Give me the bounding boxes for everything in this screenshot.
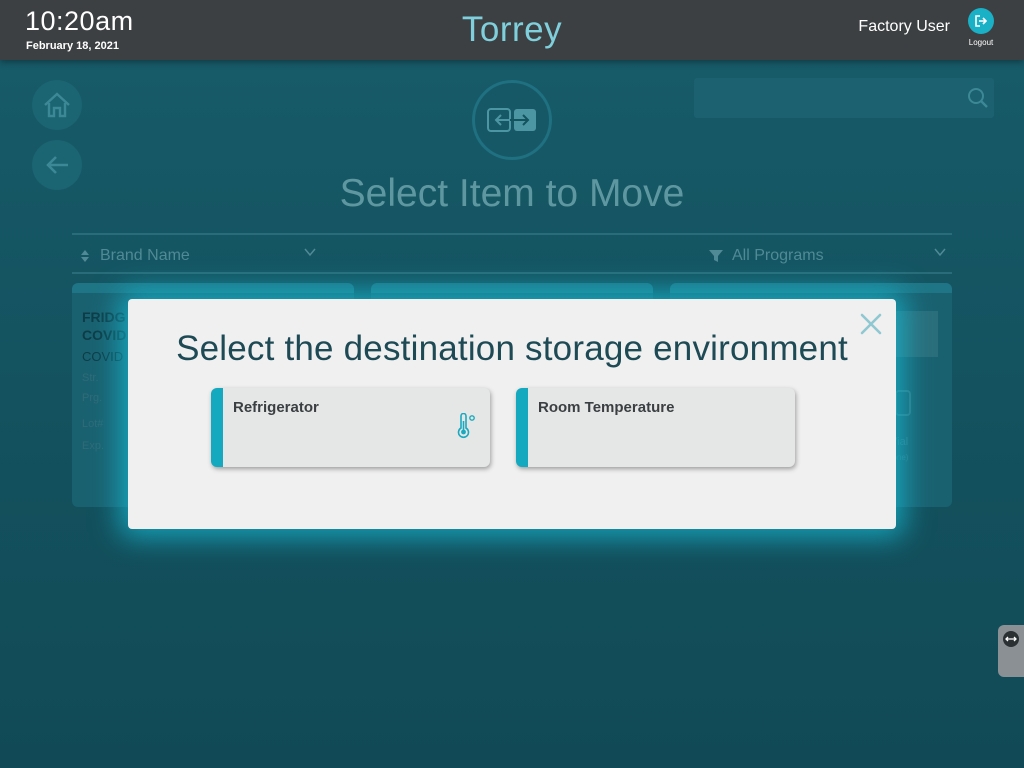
chevron-down-icon[interactable] bbox=[934, 247, 946, 257]
room-temperature-label: Room Temperature bbox=[538, 399, 675, 416]
chevron-down-icon[interactable] bbox=[304, 247, 316, 257]
thermometer-icon bbox=[457, 413, 475, 439]
search-icon[interactable] bbox=[966, 86, 990, 110]
search-input[interactable] bbox=[694, 78, 994, 118]
filter-icon bbox=[709, 250, 723, 262]
modal-title: Select the destination storage environme… bbox=[176, 329, 848, 368]
refrigerator-label: Refrigerator bbox=[233, 399, 319, 416]
sort-dropdown[interactable]: Brand Name bbox=[80, 247, 190, 265]
home-button[interactable] bbox=[32, 80, 82, 130]
home-icon bbox=[44, 92, 70, 118]
room-temperature-option[interactable]: Room Temperature bbox=[516, 388, 795, 467]
move-item-icon bbox=[472, 80, 552, 160]
card-title: FRIDG bbox=[82, 309, 126, 325]
card-subtitle: COVID bbox=[82, 327, 127, 343]
card-strength-label: Str. bbox=[82, 372, 99, 384]
vial-icon bbox=[895, 390, 911, 416]
card-lot-label: Lot# bbox=[82, 418, 104, 430]
card-program-label: Prg. bbox=[82, 392, 103, 404]
logout-icon bbox=[968, 8, 994, 34]
sort-label: Brand Name bbox=[100, 247, 190, 264]
page-title: Select Item to Move bbox=[339, 172, 685, 215]
card-expiry-label: Exp. bbox=[82, 440, 105, 452]
user-name: Factory User bbox=[858, 18, 950, 35]
program-filter-dropdown[interactable]: All Programs bbox=[708, 247, 824, 265]
refrigerator-option[interactable]: Refrigerator bbox=[211, 388, 490, 467]
card-name: COVID bbox=[82, 349, 124, 364]
remote-support-tab[interactable] bbox=[998, 625, 1024, 677]
destination-modal: Select the destination storage environme… bbox=[128, 299, 896, 529]
sort-icon bbox=[81, 250, 89, 262]
top-bar: 10:20am February 18, 2021 Torrey Factory… bbox=[0, 0, 1024, 60]
remote-support-icon bbox=[1003, 631, 1019, 647]
logout-label: Logout bbox=[968, 38, 994, 47]
logout-button[interactable]: Logout bbox=[966, 8, 996, 50]
filter-bar: Brand Name All Programs bbox=[72, 233, 952, 274]
program-filter-label: All Programs bbox=[732, 247, 824, 264]
